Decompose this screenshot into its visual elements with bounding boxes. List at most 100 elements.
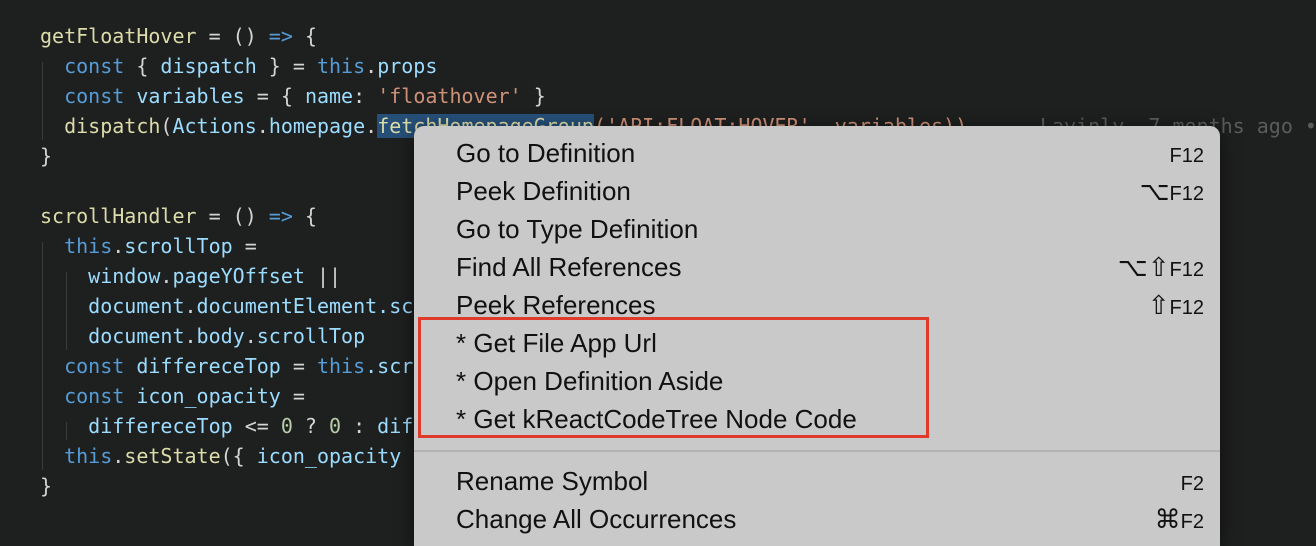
code-token: pageYOffset — [172, 264, 305, 288]
code-token: const — [40, 54, 125, 78]
code-token: { — [292, 204, 317, 228]
code-token: this — [316, 54, 366, 78]
code-line[interactable]: scrollHandler = () => { — [40, 201, 317, 231]
code-token: . — [184, 294, 197, 318]
code-token: dif — [377, 414, 414, 438]
code-line[interactable]: this.scrollTop = — [40, 231, 257, 261]
code-token: documentElement — [196, 294, 378, 318]
code-token: dispatch — [64, 114, 161, 138]
menu-item-shortcut: ⌥⇧F12 — [1117, 252, 1204, 282]
code-token: => — [268, 204, 293, 228]
code-line[interactable]: const icon_opacity = — [40, 381, 305, 411]
code-line[interactable]: const variables = { name: 'floathover' } — [40, 81, 546, 111]
menu-item-shortcut: ⌥F12 — [1139, 176, 1204, 206]
code-line[interactable]: } — [40, 471, 52, 501]
code-token: name — [304, 84, 354, 108]
code-token: document — [40, 324, 185, 348]
code-line[interactable]: const { dispatch } = this.props — [40, 51, 437, 81]
code-token: this — [316, 354, 366, 378]
code-line[interactable]: getFloatHover = () => { — [40, 21, 317, 51]
code-token: ? — [292, 414, 329, 438]
code-token: <= — [232, 414, 281, 438]
code-line[interactable]: document.body.scrollTop — [40, 321, 365, 351]
code-token: differeceTop — [136, 354, 281, 378]
menu-item-change-all-occurrences[interactable]: Change All Occurrences ⌘F2 — [456, 500, 1212, 538]
menu-separator — [414, 450, 1220, 452]
code-token: } — [40, 144, 53, 168]
code-line[interactable]: this.setState({ icon_opacity — [40, 441, 401, 471]
code-token: = { — [244, 84, 305, 108]
menu-item-find-all-references[interactable]: Find All References ⌥⇧F12 — [456, 248, 1212, 286]
code-token: const — [40, 354, 125, 378]
code-token: : — [353, 84, 378, 108]
code-token: . — [256, 114, 269, 138]
code-token: { — [124, 54, 161, 78]
code-token: .scr — [365, 354, 414, 378]
code-token: . — [160, 264, 173, 288]
menu-item-label: Peek Definition — [456, 176, 631, 206]
code-token: } — [521, 84, 546, 108]
code-token: const — [40, 384, 125, 408]
code-token: = — [232, 234, 257, 258]
code-token: = — [280, 384, 305, 408]
code-token: scrollTop — [256, 324, 366, 348]
code-token: . — [365, 114, 378, 138]
menu-item-label: Go to Type Definition — [456, 214, 699, 244]
menu-item-label: Find All References — [456, 252, 682, 282]
code-token: . — [184, 324, 197, 348]
code-line[interactable]: differeceTop <= 0 ? 0 : dif — [40, 411, 413, 441]
menu-item-shortcut: F2 — [1180, 473, 1204, 495]
code-token: getFloatHover — [40, 24, 197, 48]
code-token: scrollHandler — [40, 204, 197, 228]
menu-item-label: Change All Occurrences — [456, 504, 737, 534]
code-token: icon_opacity — [256, 444, 402, 468]
menu-item-rename-symbol[interactable]: Rename Symbol F2 — [456, 462, 1212, 500]
code-token: : — [341, 414, 378, 438]
code-token: .sc — [377, 294, 414, 318]
code-token: 'floathover' — [377, 84, 522, 108]
code-token: this — [40, 444, 113, 468]
code-token: scrollTop — [124, 234, 233, 258]
code-token: } — [40, 474, 53, 498]
code-token: window — [40, 264, 161, 288]
menu-item-go-to-type-definition[interactable]: Go to Type Definition — [456, 210, 1212, 248]
code-line[interactable]: const differeceTop = this.scr — [40, 351, 413, 381]
code-token: { — [292, 24, 317, 48]
code-token: props — [377, 54, 438, 78]
code-token: body — [196, 324, 245, 348]
annotation-highlight-box — [418, 317, 929, 438]
code-token: ( — [160, 114, 173, 138]
code-token: || — [304, 264, 342, 288]
menu-item-peek-definition[interactable]: Peek Definition ⌥F12 — [456, 172, 1212, 210]
menu-item-shortcut: ⇧F12 — [1147, 290, 1204, 320]
code-token: } = — [256, 54, 317, 78]
code-token: . — [112, 444, 125, 468]
code-token: 0 — [329, 414, 342, 438]
code-token: document — [40, 294, 185, 318]
code-token: this — [40, 234, 113, 258]
code-token: const — [40, 84, 125, 108]
code-token: ({ — [220, 444, 257, 468]
menu-item-shortcut: ⌘F2 — [1154, 504, 1204, 534]
code-token: . — [244, 324, 257, 348]
code-token: 0 — [280, 414, 293, 438]
code-token: = — [280, 354, 317, 378]
code-line[interactable]: } — [40, 141, 52, 171]
code-token: Actions — [172, 114, 257, 138]
code-line[interactable]: document.documentElement.sc — [40, 291, 413, 321]
menu-item-label: Rename Symbol — [456, 466, 649, 496]
code-token: differeceTop — [40, 414, 233, 438]
menu-item-label: Go to Definition — [456, 138, 636, 168]
code-token: . — [365, 54, 378, 78]
code-token: = () — [196, 24, 269, 48]
code-token: = () — [196, 204, 269, 228]
menu-item-shortcut: F12 — [1169, 145, 1204, 167]
menu-item-go-to-definition[interactable]: Go to Definition F12 — [456, 134, 1212, 172]
code-token: homepage — [268, 114, 366, 138]
code-line[interactable]: window.pageYOffset || — [40, 261, 341, 291]
code-token: setState — [124, 444, 221, 468]
